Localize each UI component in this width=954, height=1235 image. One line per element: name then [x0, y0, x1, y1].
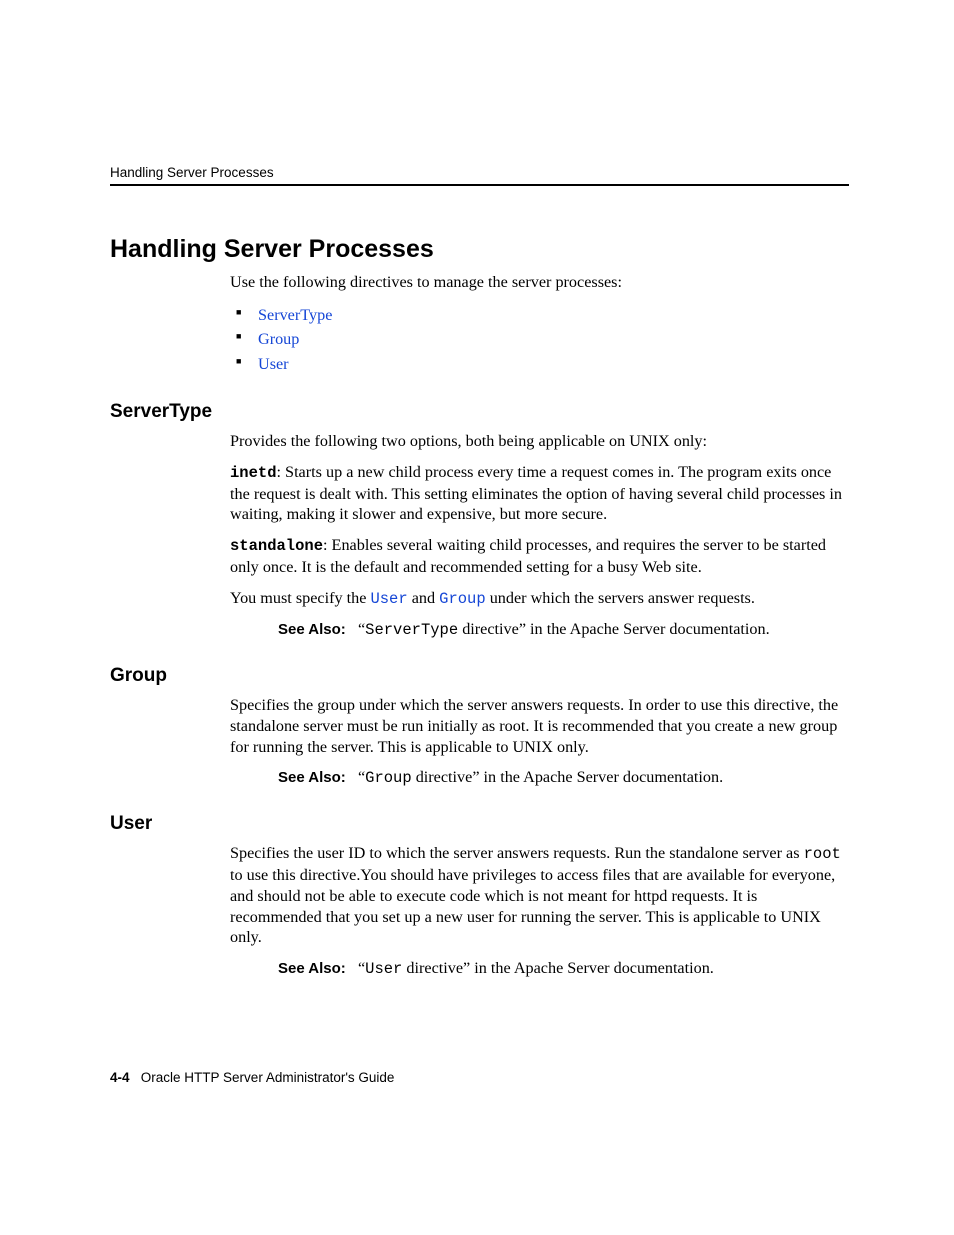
- list-item: Group: [230, 327, 849, 352]
- list-item: ServerType: [230, 303, 849, 328]
- intro-text: Use the following directives to manage t…: [230, 272, 849, 293]
- see-also-rest: directive” in the Apache Server document…: [458, 620, 770, 638]
- running-head: Handling Server Processes: [110, 165, 274, 180]
- text-fragment: to use this directive.You should have pr…: [230, 866, 835, 946]
- link-group-inline[interactable]: Group: [439, 590, 486, 608]
- document-page: Handling Server Processes Handling Serve…: [0, 0, 954, 1235]
- header-rule: [110, 184, 849, 186]
- link-group[interactable]: Group: [258, 330, 299, 348]
- text-fragment: and: [408, 589, 439, 607]
- servertype-inetd: inetd: Starts up a new child process eve…: [230, 462, 849, 525]
- heading-servertype: ServerType: [110, 401, 849, 423]
- see-also-user: See Also: “User directive” in the Apache…: [278, 958, 838, 980]
- inetd-label: inetd: [230, 464, 277, 482]
- heading-group: Group: [110, 665, 849, 687]
- see-also-label: See Also:: [278, 621, 346, 638]
- servertype-standalone: standalone: Enables several waiting chil…: [230, 535, 849, 578]
- servertype-intro: Provides the following two options, both…: [230, 431, 849, 452]
- text-fragment: Specifies the user ID to which the serve…: [230, 844, 804, 862]
- link-user-inline[interactable]: User: [370, 590, 407, 608]
- user-text: Specifies the user ID to which the serve…: [230, 843, 849, 948]
- root-code: root: [804, 845, 841, 863]
- intro-block: Use the following directives to manage t…: [230, 272, 849, 377]
- page-title: Handling Server Processes: [110, 235, 849, 264]
- text-fragment: You must specify the: [230, 589, 370, 607]
- link-user[interactable]: User: [258, 355, 289, 373]
- link-servertype[interactable]: ServerType: [258, 306, 332, 324]
- servertype-block: Provides the following two options, both…: [230, 431, 849, 641]
- book-title: Oracle HTTP Server Administrator's Guide: [141, 1070, 395, 1085]
- see-also-code: Group: [365, 769, 412, 787]
- see-also-code: ServerType: [365, 621, 458, 639]
- inetd-text: : Starts up a new child process every ti…: [230, 463, 842, 524]
- see-also-rest: directive” in the Apache Server document…: [402, 959, 714, 977]
- see-also-label: See Also:: [278, 960, 346, 977]
- servertype-mustspecify: You must specify the User and Group unde…: [230, 588, 849, 610]
- list-item: User: [230, 352, 849, 377]
- user-block: Specifies the user ID to which the serve…: [230, 843, 849, 980]
- standalone-label: standalone: [230, 537, 323, 555]
- see-also-servertype: See Also: “ServerType directive” in the …: [278, 619, 778, 641]
- heading-user: User: [110, 813, 849, 835]
- see-also-code: User: [365, 960, 402, 978]
- group-block: Specifies the group under which the serv…: [230, 695, 849, 789]
- page-number: 4-4: [110, 1070, 130, 1085]
- directive-list: ServerType Group User: [230, 303, 849, 377]
- page-footer: 4-4 Oracle HTTP Server Administrator's G…: [110, 1070, 394, 1085]
- text-fragment: under which the servers answer requests.: [486, 589, 755, 607]
- group-text: Specifies the group under which the serv…: [230, 695, 849, 757]
- see-also-rest: directive” in the Apache Server document…: [412, 768, 724, 786]
- see-also-label: See Also:: [278, 769, 346, 786]
- see-also-group: See Also: “Group directive” in the Apach…: [278, 767, 778, 789]
